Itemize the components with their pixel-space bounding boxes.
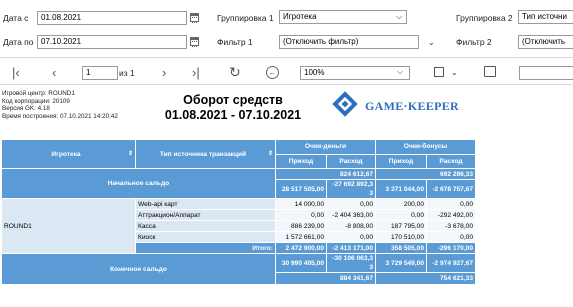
group-bonus: Очки-бонусы: [375, 139, 476, 155]
group2-label: Группировка 2: [456, 13, 513, 23]
cell: -292 492,00: [426, 209, 476, 221]
page-count: из 1: [119, 68, 135, 78]
first-page-icon[interactable]: |‹: [12, 66, 20, 80]
print-icon[interactable]: [484, 66, 496, 77]
zoom-select[interactable]: 100%: [300, 66, 410, 80]
itogo-bonus-out: -296 170,00: [426, 242, 476, 254]
meta-line: Код корпорации: 20109: [2, 97, 70, 105]
col-money-out: Расход: [326, 153, 376, 169]
group1-select[interactable]: Игротека: [279, 10, 407, 24]
opening-money-in: 28 517 505,00: [275, 179, 327, 199]
filter1-value: (Отключить фильтр): [283, 37, 359, 46]
itogo-money-in: 2 472 900,00: [275, 242, 327, 254]
closing-money-in: 30 990 405,00: [275, 253, 327, 273]
closing-bonus-out: -2 974 927,67: [426, 253, 476, 273]
opening-bonus-in: 3 371 044,00: [375, 179, 427, 199]
row-type: Аттракцион/Аппарат: [135, 209, 276, 221]
group1-value: Игротека: [283, 12, 317, 21]
page-number-input[interactable]: 1: [82, 66, 118, 80]
cell: 187 795,00: [375, 220, 427, 232]
divider: [0, 84, 573, 85]
next-page-icon[interactable]: ›: [162, 66, 166, 80]
cell: 0,00: [326, 231, 376, 243]
meta-line: Время построения: 07.10.2021 14:20:42: [2, 112, 118, 120]
refresh-icon[interactable]: ↻: [229, 65, 241, 79]
cell: 14 000,00: [275, 198, 327, 210]
meta-line: Версия GK: 4.18: [2, 105, 50, 113]
cell: -2 404 363,00: [326, 209, 376, 221]
chevron-down-icon[interactable]: ⌵: [397, 67, 403, 77]
filter2-label: Фильтр 2: [456, 37, 492, 47]
col-type[interactable]: Тип источника транзакций ⇕: [135, 139, 276, 169]
itogo-bonus-in: 358 505,00: [375, 242, 427, 254]
closing-money-total: 884 341,67: [275, 272, 376, 285]
cell: 0,00: [326, 198, 376, 210]
back-icon[interactable]: ←: [266, 66, 279, 79]
cell: 886 239,00: [275, 220, 327, 232]
col-money-in: Приход: [275, 153, 327, 169]
report-meta: Игровой центр: ROUND1 Код корпорации: 20…: [2, 90, 118, 120]
date-to-input[interactable]: 07.10.2021: [37, 35, 187, 49]
cell: 0,00: [426, 198, 476, 210]
cell: 0,00: [275, 209, 327, 221]
filter2-value: (Отключить: [522, 37, 566, 46]
cell: 0,00: [375, 209, 427, 221]
date-from-input[interactable]: 01.08.2021: [37, 11, 187, 25]
prev-page-icon[interactable]: ‹: [52, 66, 56, 80]
itogo-money-out: -2 413 171,00: [326, 242, 376, 254]
calendar-icon[interactable]: [190, 37, 199, 47]
group1-label: Группировка 1: [217, 13, 274, 23]
search-input[interactable]: [519, 66, 573, 80]
col-bonus-out: Расход: [426, 153, 476, 169]
divider: [0, 57, 573, 58]
closing-bonus-in: 3 729 549,00: [375, 253, 427, 273]
opening-money-total: 824 612,67: [275, 168, 376, 180]
table-row: ROUND1 Web-api карт 14 000,00 0,00 200,0…: [1, 198, 476, 254]
date-from-label: Дата с: [3, 13, 29, 23]
cell: 200,00: [375, 198, 427, 210]
last-page-icon[interactable]: ›|: [192, 66, 200, 80]
filter1-select[interactable]: (Отключить фильтр): [279, 35, 419, 49]
filter2-select[interactable]: (Отключить: [518, 35, 573, 49]
game-keeper-logo-icon: [332, 91, 358, 117]
period-text: 01.08.2021 - 07.10.2021: [164, 108, 302, 122]
group2-select[interactable]: Тип источни: [518, 10, 573, 24]
group-name: ROUND1: [1, 198, 136, 254]
row-type: Web-api карт: [135, 198, 276, 210]
meta-line: Игровой центр: ROUND1: [2, 90, 75, 97]
col-bonus-in: Приход: [375, 153, 427, 169]
opening-bonus-out: -2 678 757,67: [426, 179, 476, 199]
group-money: Очки-деньги: [275, 139, 376, 155]
cell: 1 572 661,00: [275, 231, 327, 243]
row-type: Киоск: [135, 231, 276, 243]
cell: 0,00: [426, 231, 476, 243]
turnover-table: Игротека ⇕ Тип источника транзакций ⇕ Оч…: [1, 139, 476, 285]
closing-label: Конечное сальдо: [1, 253, 276, 285]
chevron-down-icon[interactable]: ⌄: [428, 38, 435, 47]
report-title: Оборот средств 01.08.2021 - 07.10.2021: [160, 93, 306, 123]
zoom-value: 100%: [304, 68, 325, 77]
date-to-label: Дата по: [3, 37, 34, 47]
cell: -3 678,00: [426, 220, 476, 232]
opening-label: Начальное сальдо: [1, 168, 276, 199]
opening-bonus-total: 692 286,33: [375, 168, 476, 180]
row-type: Касса: [135, 220, 276, 232]
chevron-down-icon[interactable]: ⌄: [451, 68, 458, 77]
cell: 170 510,00: [375, 231, 427, 243]
chevron-down-icon[interactable]: ⌵: [396, 12, 402, 22]
calendar-icon[interactable]: [190, 13, 199, 23]
logo-text: GAME·KEEPER: [365, 99, 459, 113]
filter1-label: Фильтр 1: [217, 37, 253, 47]
save-icon[interactable]: [434, 67, 444, 77]
group2-value: Тип источни: [522, 12, 567, 21]
cell: -8 808,00: [326, 220, 376, 232]
itogo-label: Итого:: [135, 242, 276, 254]
closing-money-out: -30 106 063,3 3: [326, 253, 376, 273]
opening-money-out: -27 692 892,3 3: [326, 179, 376, 199]
title-text: Оборот средств: [183, 93, 283, 107]
closing-bonus-total: 754 621,33: [375, 272, 476, 285]
col-igroteka[interactable]: Игротека ⇕: [1, 139, 136, 169]
